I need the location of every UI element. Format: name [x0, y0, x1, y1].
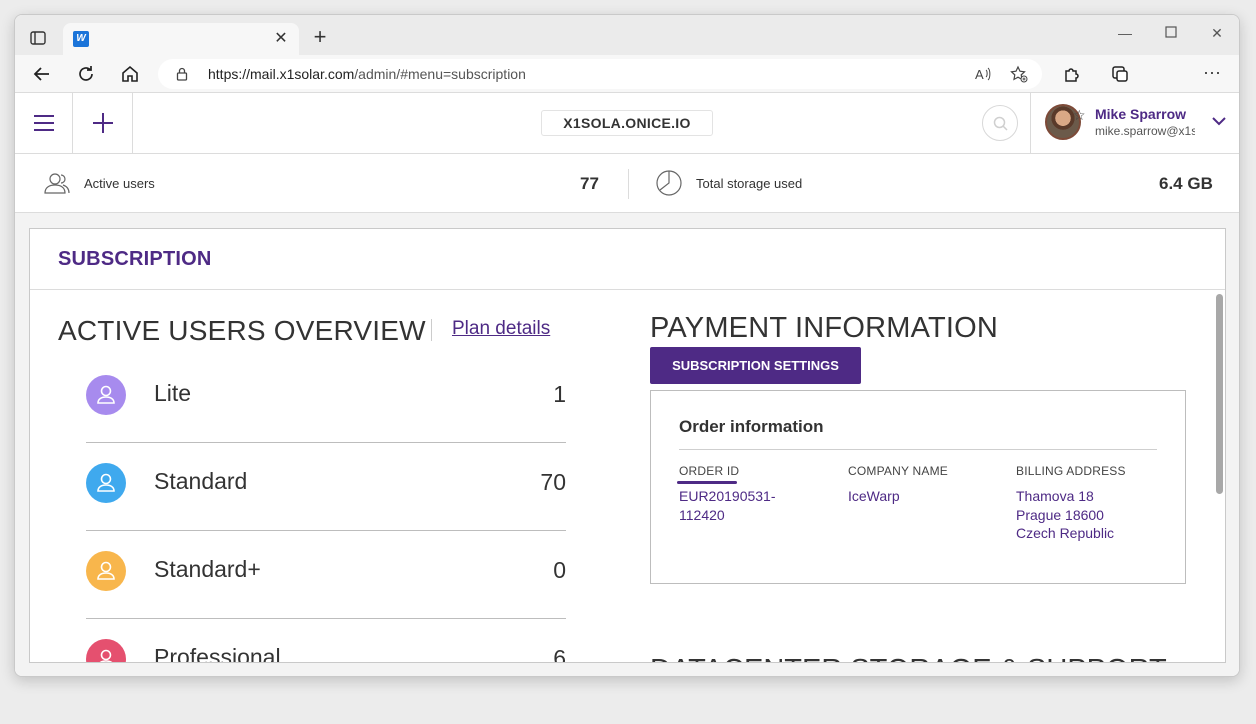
user-plan-row: Standard+ 0 — [86, 531, 566, 619]
plan-name: Lite — [154, 380, 192, 406]
plus-icon — [93, 113, 113, 133]
search-icon — [993, 116, 1008, 131]
subscription-settings-button[interactable]: SUBSCRIPTION SETTINGS — [650, 347, 861, 384]
company-label: COMPANY NAME — [848, 464, 948, 478]
plan-count: 0 — [553, 557, 566, 583]
back-icon[interactable] — [31, 63, 53, 85]
stats-bar: Active users 77 Total storage used 6.4 G… — [15, 154, 1239, 213]
browser-toolbar: https://mail.x1solar.com/admin/#menu=sub… — [15, 55, 1239, 93]
user-menu[interactable]: ☆ Mike Sparrow mike.sparrow@x1solar.com — [1030, 93, 1239, 153]
order-id-column: ORDER ID EUR20190531- 112420 — [679, 464, 839, 524]
menu-button[interactable] — [15, 93, 73, 153]
content-area: SUBSCRIPTION ACTIVE USERS OVERVIEW Plan … — [15, 213, 1239, 676]
user-name: Mike Sparrow — [1095, 106, 1187, 122]
tab-close-icon[interactable]: ✕ — [271, 29, 291, 49]
search-button[interactable] — [982, 105, 1018, 141]
star-icon: ☆ — [1073, 107, 1086, 123]
plan-count: 1 — [553, 381, 566, 407]
more-options-icon[interactable]: ··· — [1201, 63, 1223, 85]
new-tab-icon[interactable]: + — [309, 26, 331, 49]
address-bar[interactable]: https://mail.x1solar.com/admin/#menu=sub… — [158, 59, 1042, 89]
billing-label: BILLING ADDRESS — [1016, 464, 1126, 478]
user-icon — [86, 463, 126, 503]
extensions-icon[interactable] — [1061, 63, 1083, 85]
window-close-icon[interactable]: ✕ — [1205, 25, 1229, 45]
plan-count: 6 — [553, 645, 566, 663]
browser-window: W ✕ + — ✕ https://mail.x1solar.com/admin… — [14, 14, 1240, 677]
svg-text:A: A — [975, 67, 984, 82]
home-icon[interactable] — [119, 63, 141, 85]
company-value: IceWarp — [848, 488, 900, 504]
scrollbar[interactable] — [1213, 290, 1225, 662]
maximize-icon[interactable] — [1159, 25, 1183, 45]
datacenter-heading: DATACENTER STORAGE & SUPPORT — [650, 654, 1167, 662]
stats-divider — [628, 169, 629, 199]
plan-details-link[interactable]: Plan details — [452, 318, 550, 340]
subscription-panel: SUBSCRIPTION ACTIVE USERS OVERVIEW Plan … — [29, 228, 1226, 663]
refresh-icon[interactable] — [75, 63, 97, 85]
plan-name: Standard — [154, 468, 248, 494]
collections-icon[interactable] — [1109, 63, 1131, 85]
user-email: mike.sparrow@x1solar.com — [1095, 124, 1195, 138]
plan-count: 70 — [540, 469, 566, 495]
scrollbar-thumb[interactable] — [1216, 294, 1223, 494]
user-icon — [86, 375, 126, 415]
billing-column: BILLING ADDRESS Thamova 18 Prague 18600 … — [1016, 464, 1176, 543]
storage-pie-icon — [656, 170, 682, 196]
active-users-label: Active users — [84, 176, 155, 191]
order-info-box: Order information ORDER ID EUR20190531- … — [650, 390, 1186, 584]
users-icon — [44, 173, 70, 194]
minimize-icon[interactable]: — — [1113, 25, 1137, 45]
tab-favicon-icon: W — [73, 31, 89, 47]
tab-actions-icon[interactable] — [29, 29, 47, 47]
user-icon — [86, 639, 126, 662]
plan-name: Standard+ — [154, 556, 261, 582]
hamburger-icon — [34, 115, 54, 131]
tab-strip: W ✕ + — ✕ — [15, 15, 1239, 55]
domain-label: X1SOLA.ONICE.IO — [541, 110, 713, 136]
billing-value: Thamova 18 Prague 18600 Czech Republic — [1016, 488, 1115, 541]
add-button[interactable] — [73, 93, 133, 153]
heading-separator — [431, 319, 432, 341]
chevron-down-icon[interactable] — [1211, 113, 1227, 129]
app-header: X1SOLA.ONICE.IO ☆ Mike Sparrow mike.spar… — [15, 93, 1239, 154]
storage-value: 6.4 GB — [1159, 174, 1213, 193]
plan-name: Professional — [154, 644, 281, 663]
user-plan-row: Lite 1 — [86, 355, 566, 443]
user-plan-row: Professional 6 — [86, 619, 566, 663]
storage-label: Total storage used — [696, 176, 803, 191]
order-divider — [679, 449, 1157, 450]
read-aloud-icon[interactable]: A — [974, 65, 992, 83]
active-users-value: 77 — [580, 174, 599, 193]
lock-icon — [176, 67, 188, 86]
add-favorite-icon[interactable] — [1010, 65, 1028, 83]
user-icon — [86, 551, 126, 591]
url-text: https://mail.x1solar.com/admin/#menu=sub… — [208, 66, 526, 82]
browser-tab[interactable]: W ✕ — [63, 23, 299, 55]
user-plan-row: Standard 70 — [86, 443, 566, 531]
payment-heading: PAYMENT INFORMATION — [650, 312, 999, 344]
panel-title: SUBSCRIPTION — [58, 248, 212, 270]
company-column: COMPANY NAME IceWarp — [848, 464, 1008, 506]
panel-divider — [30, 289, 1225, 290]
order-id-underline — [677, 481, 737, 484]
overview-heading: ACTIVE USERS OVERVIEW — [58, 315, 426, 346]
order-id-value: EUR20190531- 112420 — [679, 488, 776, 523]
order-id-label: ORDER ID — [679, 464, 740, 478]
order-title: Order information — [679, 417, 824, 436]
